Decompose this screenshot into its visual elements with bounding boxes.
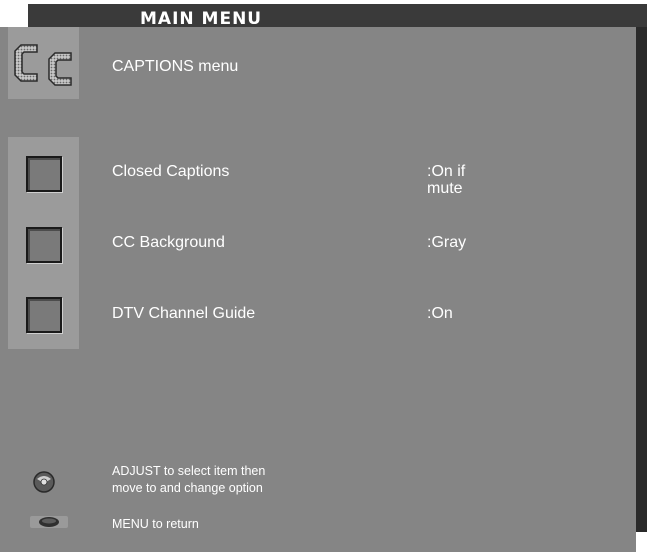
joystick-icon [32, 470, 56, 494]
checkbox-icon [25, 296, 62, 333]
checkbox-icon [25, 227, 62, 263]
captions-panel [0, 27, 636, 552]
closed-captions-value[interactable]: :On if mute [427, 163, 465, 197]
panel-shadow [636, 27, 647, 532]
checkbox-icon [25, 155, 62, 192]
title-bar: MAIN MENU [28, 4, 647, 29]
closed-captions-label[interactable]: Closed Captions [112, 163, 229, 181]
dtv-channel-guide-value[interactable]: :On [427, 305, 453, 322]
main-menu-title: MAIN MENU [140, 9, 263, 29]
closed-captions-checkbox[interactable] [8, 137, 79, 210]
cc-background-value[interactable]: :Gray [427, 234, 466, 251]
dtv-channel-guide-checkbox[interactable] [8, 280, 79, 349]
menu-title: CAPTIONS menu [112, 58, 239, 75]
dtv-channel-guide-label[interactable]: DTV Channel Guide [112, 305, 255, 323]
tv-menu-screen: MAIN MENU CAPTIONS menu Closed Captions … [0, 0, 647, 552]
menu-help-text: MENU to return [112, 517, 199, 531]
adjust-help-text: ADJUST to select item then move to and c… [112, 464, 266, 495]
menu-button-icon [30, 514, 68, 530]
cc-background-checkbox[interactable] [8, 210, 79, 280]
cc-icon [8, 27, 79, 99]
cc-background-label[interactable]: CC Background [112, 234, 225, 252]
